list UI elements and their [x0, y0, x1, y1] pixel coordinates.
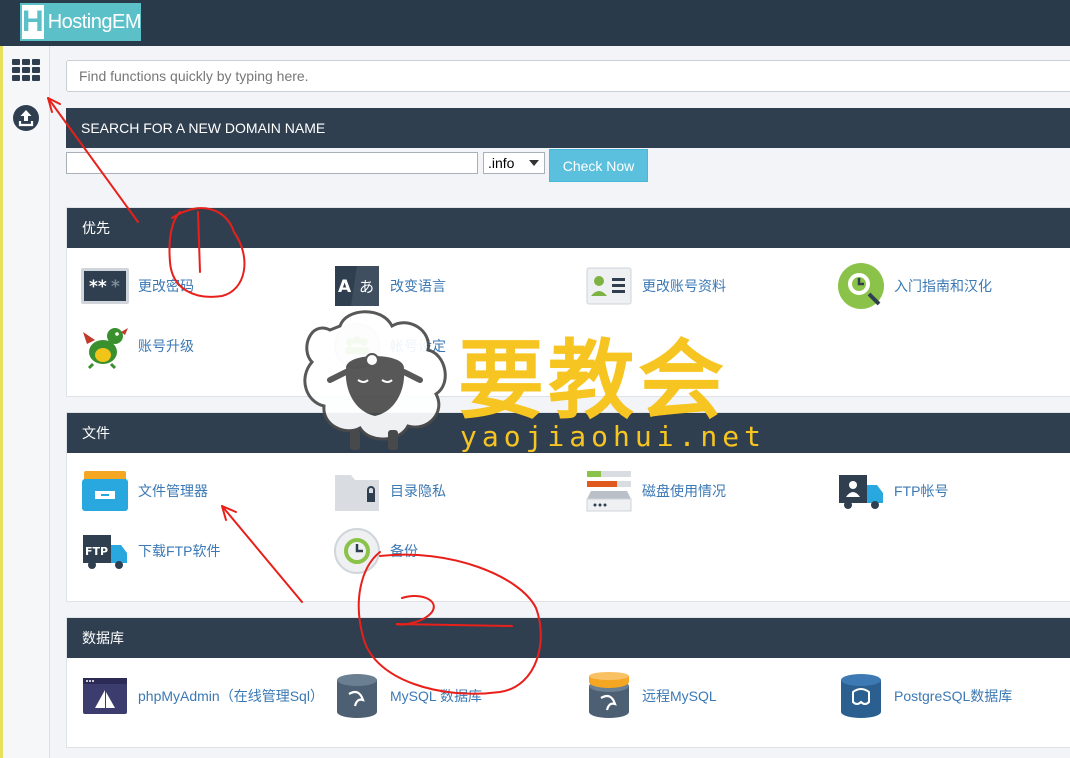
directory-privacy-link[interactable]: 目录隐私	[333, 467, 446, 515]
databases-section: 数据库 phpMyAdmin（在线管理Sql） MySQL 数据库 远程MySQ…	[66, 617, 1070, 748]
svg-text:FTP: FTP	[85, 545, 108, 558]
remote-mysql-link[interactable]: 远程MySQL	[585, 672, 717, 720]
mysql-databases-link[interactable]: MySQL 数据库	[333, 672, 482, 720]
account-settings-icon	[334, 323, 380, 369]
phpmyadmin-link[interactable]: phpMyAdmin（在线管理Sql）	[81, 672, 324, 720]
ftp-truck-icon: FTP	[83, 535, 127, 569]
change-language-label: 改变语言	[390, 278, 446, 294]
language-icon: A あ	[335, 266, 379, 306]
disk-usage-label: 磁盘使用情况	[642, 483, 726, 499]
domain-search-panel: SEARCH FOR A NEW DOMAIN NAME .info Check…	[66, 108, 1070, 184]
top-bar: H HostingEM	[0, 0, 1070, 46]
postgresql-databases-link[interactable]: PostgreSQL数据库	[837, 672, 1012, 720]
function-search-input[interactable]	[66, 60, 1070, 92]
priority-section-title: 优先	[67, 208, 1070, 248]
backup-icon	[334, 528, 380, 574]
contact-card-icon	[586, 267, 632, 305]
sidebar	[0, 46, 50, 758]
password-icon: ** *	[81, 268, 129, 304]
file-manager-icon	[82, 471, 128, 511]
upgrade-account-link[interactable]: 账号升级	[81, 322, 194, 370]
change-language-link[interactable]: A あ 改变语言	[333, 262, 446, 310]
remote-mysql-label: 远程MySQL	[642, 688, 717, 704]
domain-panel-title: SEARCH FOR A NEW DOMAIN NAME	[66, 108, 1070, 148]
watermark-chinese-text: 要教会	[458, 330, 728, 431]
logo-text: HostingEM	[47, 10, 142, 33]
phpmyadmin-icon	[83, 678, 127, 714]
change-password-label: 更改密码	[138, 278, 194, 294]
update-contact-info-link[interactable]: 更改账号资料	[585, 262, 726, 310]
mysql-database-icon	[337, 674, 377, 718]
mysql-databases-label: MySQL 数据库	[390, 688, 483, 704]
ftp-accounts-link[interactable]: FTP帐号	[837, 467, 948, 515]
disk-usage-icon	[586, 471, 632, 512]
svg-text:あ: あ	[359, 278, 374, 296]
download-ftp-client-label: 下载FTP软件	[138, 543, 221, 559]
backup-label: 备份	[390, 543, 418, 559]
account-settings-label: 帐号设定	[390, 338, 446, 354]
upload-icon[interactable]	[12, 104, 40, 132]
tld-select[interactable]: .info	[483, 152, 545, 174]
logo-letter: H	[22, 5, 44, 39]
getting-started-label: 入门指南和汉化	[894, 278, 992, 294]
svg-text:A: A	[338, 277, 352, 297]
hostingem-logo[interactable]: H HostingEM	[20, 3, 142, 41]
file-manager-link[interactable]: 文件管理器	[81, 467, 208, 515]
folder-lock-icon	[335, 475, 379, 511]
ftp-account-icon	[839, 475, 883, 509]
dragon-icon	[83, 328, 128, 370]
domain-name-input[interactable]	[66, 152, 478, 174]
update-contact-info-label: 更改账号资料	[642, 278, 726, 294]
watermark-url-text: yaojiaohui.net	[460, 420, 767, 453]
postgresql-databases-label: PostgreSQL数据库	[894, 688, 1013, 704]
remote-mysql-icon	[589, 672, 629, 718]
ftp-accounts-label: FTP帐号	[894, 483, 949, 499]
postgresql-icon	[841, 674, 881, 718]
chevron-down-icon	[529, 160, 539, 166]
check-now-button[interactable]: Check Now	[549, 149, 648, 182]
svg-text:**: **	[89, 277, 107, 297]
change-password-link[interactable]: ** * 更改密码	[81, 262, 194, 310]
svg-text:*: *	[111, 277, 120, 297]
backup-link[interactable]: 备份	[333, 527, 418, 575]
account-settings-link[interactable]: 帐号设定	[333, 322, 446, 370]
apps-grid-icon[interactable]	[11, 58, 41, 82]
directory-privacy-label: 目录隐私	[390, 483, 446, 499]
databases-section-title: 数据库	[67, 618, 1070, 658]
upgrade-account-label: 账号升级	[138, 338, 194, 354]
file-manager-label: 文件管理器	[138, 483, 208, 499]
disk-usage-link[interactable]: 磁盘使用情况	[585, 467, 726, 515]
phpmyadmin-label: phpMyAdmin（在线管理Sql）	[138, 688, 324, 704]
getting-started-link[interactable]: 入门指南和汉化	[837, 262, 992, 310]
getting-started-icon	[838, 263, 884, 309]
tld-selected-value: .info	[488, 155, 515, 171]
download-ftp-client-link[interactable]: FTP 下载FTP软件	[81, 527, 220, 575]
